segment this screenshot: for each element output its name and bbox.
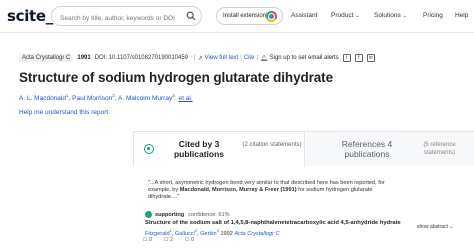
paper-authors: A. L. Macdonald1, Paul Morrison2, A. Mal… [19, 93, 193, 102]
author-link[interactable]: Fitzgerald [145, 231, 170, 237]
citing-paper-journal[interactable]: Acta Crystallogr C [234, 231, 279, 237]
citation-counters: ☐ 0 ☐ 2 ☐ 0 [143, 237, 206, 243]
citation-quote: "...A short, asymmetric hydrogen bond ve… [148, 180, 398, 201]
supporting-count[interactable]: ☐ 0 [143, 237, 158, 243]
scite-logo[interactable]: scite_ [7, 7, 53, 25]
search-box [51, 6, 202, 28]
chevron-down-icon: ⌄ [402, 13, 407, 19]
divider: | [256, 55, 258, 61]
author-link[interactable]: Paul Morrison [72, 95, 112, 102]
nav-help[interactable]: Help [455, 12, 468, 19]
show-abstract-button[interactable]: show abstract ⌄ [417, 224, 453, 230]
cite-link[interactable]: Cite [244, 55, 255, 61]
bell-icon: 🔔︎ [260, 55, 268, 62]
citation-tabs: Cited by 3 publications (2 citation stat… [133, 131, 474, 166]
paper-meta-row: Acta Crystallogr C 1991 DOI: 10.1107/s01… [19, 54, 375, 62]
contrasting-count[interactable]: ☐ 0 [185, 237, 200, 243]
citing-paper-year: 1992 [220, 230, 233, 237]
author-link[interactable]: Gerkin [200, 231, 216, 237]
search-icon[interactable] [186, 11, 196, 21]
install-extension-button[interactable]: Install extension! [216, 7, 283, 25]
nav-assistant[interactable]: Assistant [291, 12, 317, 19]
external-link-icon: ↗ [197, 55, 203, 62]
twitter-icon[interactable]: t [342, 54, 351, 62]
tab-cited-by-label: Cited by 3 publications [173, 139, 225, 159]
paper-year: 1991 [77, 55, 91, 61]
linkedin-icon[interactable]: in [366, 54, 375, 62]
chevron-down-icon: ⌄ [449, 224, 454, 230]
nav-solutions-label: Solutions [374, 12, 401, 19]
et-al-link[interactable]: et al. [179, 95, 193, 102]
show-abstract-label: show abstract [417, 224, 448, 230]
cited-by-icon [144, 144, 154, 154]
author-link[interactable]: A. L. Macdonald [19, 95, 66, 102]
paper-title: Structure of sodium hydrogen glutarate d… [19, 70, 333, 85]
chrome-icon [266, 11, 277, 22]
nav-product[interactable]: Product ⌄ [331, 12, 360, 19]
tab-references[interactable]: References 4 publications (5 reference s… [306, 132, 474, 166]
tab-references-statements: (5 reference statements) [423, 142, 456, 156]
top-navigation-bar: scite_ Install extension! Assistant Prod… [0, 0, 474, 33]
citing-paper-authors: Fitzgerald1, Gallucci2, Gerkin3 1992 Act… [145, 228, 280, 237]
quote-highlight: Macdonald, Morrison, Murray & Freer (199… [179, 187, 297, 193]
chevron-down-icon: ⌄ [355, 13, 360, 19]
tab-references-label: References 4 publications [341, 139, 393, 159]
divider: | [194, 55, 196, 61]
tab-cited-by-statements: (2 citation statements) [242, 142, 302, 148]
mentioning-count[interactable]: ☐ 2 [164, 237, 179, 243]
nav-product-label: Product [331, 12, 354, 19]
tab-cited-by[interactable]: Cited by 3 publications (2 citation stat… [133, 132, 305, 166]
supporting-count-value: 0 [149, 237, 152, 243]
citation-classification: supporting confidence: 61% [145, 211, 230, 218]
author-link[interactable]: Gallucci [175, 231, 195, 237]
sign-up-alerts-link[interactable]: Sign up to set email alerts [270, 55, 339, 61]
view-full-text-link[interactable]: View full text [205, 55, 239, 61]
author-affiliation: 3 [216, 228, 219, 233]
citing-paper-title[interactable]: Structure of the sodium salt of 1,4,5,8-… [145, 220, 401, 226]
citation-type: supporting [155, 211, 185, 218]
mentioning-count-value: 2 [170, 237, 173, 243]
install-extension-label: Install extension! [223, 13, 268, 19]
citation-confidence: confidence: 61% [188, 211, 230, 218]
divider: | [240, 55, 242, 61]
nav-solutions[interactable]: Solutions ⌄ [374, 12, 407, 19]
author-link[interactable]: A. Malcolm Murray [118, 95, 172, 102]
paper-doi[interactable]: DOI: 10.1107/s0108270190010459 [95, 55, 188, 61]
contrasting-count-value: 0 [191, 237, 194, 243]
search-input[interactable] [52, 9, 190, 28]
journal-badge[interactable]: Acta Crystallogr C [19, 54, 74, 62]
help-understand-link[interactable]: Help me understand this report [19, 109, 108, 116]
author-affiliation: 3 [172, 93, 175, 98]
supporting-icon [145, 211, 152, 218]
nav-pricing[interactable]: Pricing [423, 12, 443, 19]
facebook-icon[interactable]: f [354, 54, 363, 62]
